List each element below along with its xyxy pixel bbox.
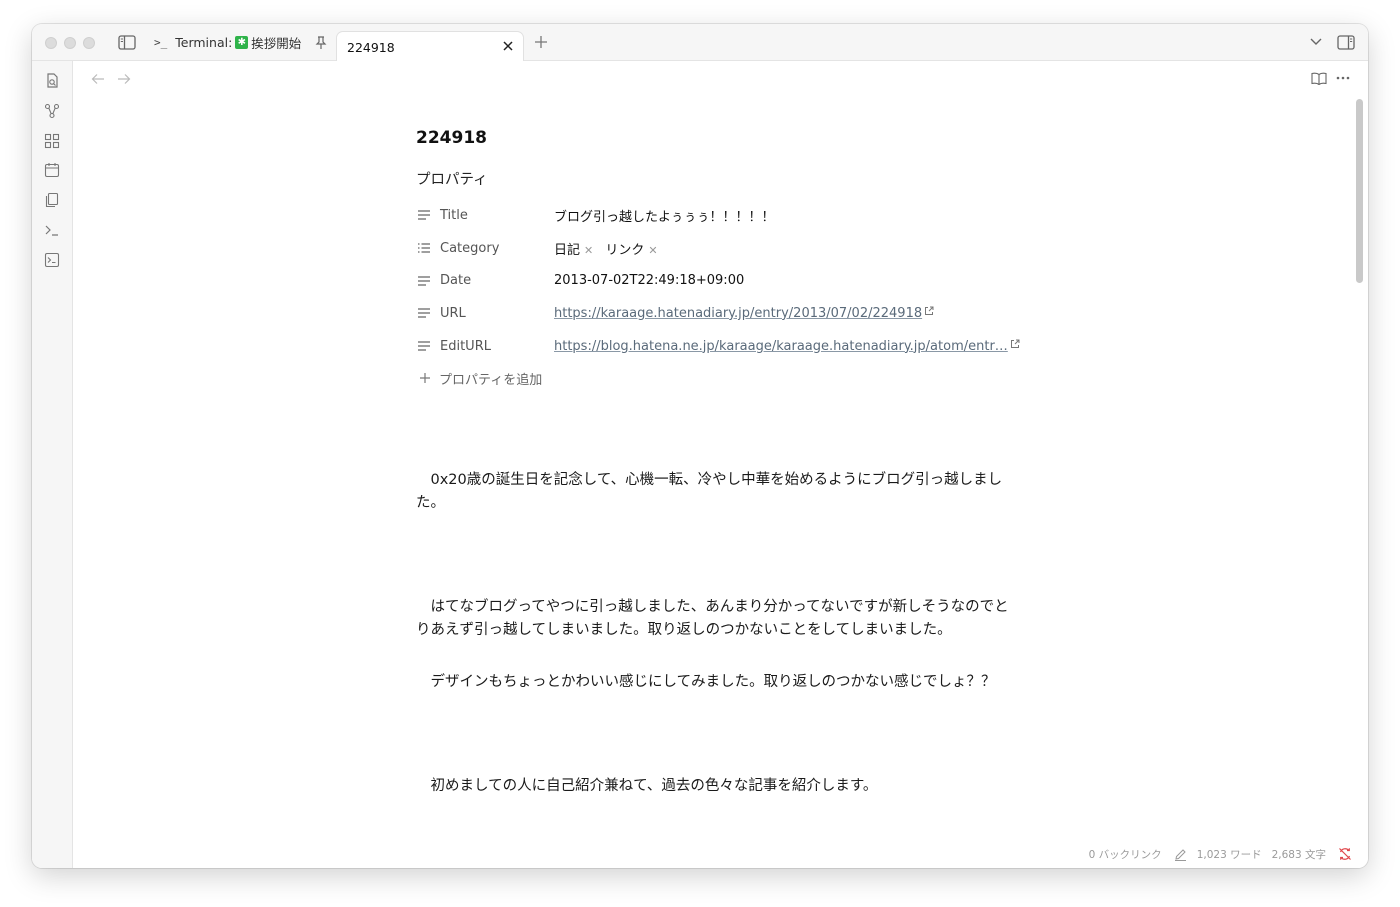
calendar-icon[interactable] bbox=[44, 162, 60, 178]
ribbon-sidebar bbox=[32, 61, 73, 868]
pin-icon[interactable] bbox=[315, 36, 327, 50]
status-bar: 0 バックリンク 1,023 ワード 2,683 文字 bbox=[1079, 844, 1352, 864]
property-key: Category bbox=[440, 240, 500, 256]
external-link-icon[interactable] bbox=[1010, 339, 1020, 349]
property-row-editurl[interactable]: EditURL https://blog.hatena.ne.jp/karaag… bbox=[416, 330, 1020, 363]
backlinks-count[interactable]: 0 バックリンク bbox=[1089, 847, 1162, 862]
paragraph[interactable]: 0x20歳の誕生日を記念して、心機一転、冷やし中華を始めるようにブログ引っ越しま… bbox=[416, 469, 1016, 515]
copy-pages-icon[interactable] bbox=[44, 192, 60, 208]
property-row-date[interactable]: Date 2013-07-02T22:49:18+09:00 bbox=[416, 264, 1016, 297]
list-icon bbox=[418, 243, 430, 253]
property-link: https://karaage.hatenadiary.jp/entry/201… bbox=[554, 306, 934, 321]
app-window: >_ Terminal: ✱ 挨拶開始 224918 224918 プロパティ … bbox=[32, 24, 1368, 868]
property-key: Date bbox=[440, 273, 472, 289]
char-count: 2,683 文字 bbox=[1271, 848, 1326, 861]
property-tags: 日記 ✕ リンク ✕ bbox=[554, 239, 666, 258]
arrow-right-icon[interactable] bbox=[117, 73, 131, 85]
sync-error-icon[interactable] bbox=[1338, 847, 1352, 861]
paragraph[interactable]: 初めましての人に自己紹介兼ねて、過去の色々な記事を紹介します。 bbox=[416, 775, 1016, 798]
left-sidebar-toggle-icon[interactable] bbox=[118, 35, 136, 50]
pencil-icon[interactable] bbox=[1174, 848, 1187, 861]
terminal-window-icon[interactable] bbox=[44, 252, 60, 268]
tab-terminal-subtitle: 挨拶開始 bbox=[251, 36, 302, 51]
tab-bar: >_ Terminal: ✱ 挨拶開始 224918 bbox=[32, 24, 1368, 62]
arrow-left-icon[interactable] bbox=[91, 73, 105, 85]
text-lines-icon bbox=[418, 210, 430, 220]
property-row-category[interactable]: Category 日記 ✕ リンク ✕ bbox=[416, 232, 1016, 265]
tab-note-label: 224918 bbox=[347, 39, 395, 55]
book-open-icon[interactable] bbox=[1311, 72, 1327, 85]
text-lines-icon bbox=[418, 341, 430, 351]
property-key: Title bbox=[440, 207, 468, 223]
more-options-icon[interactable] bbox=[1336, 76, 1350, 80]
close-icon[interactable] bbox=[502, 40, 514, 52]
new-tab-icon[interactable] bbox=[534, 35, 548, 49]
paragraph[interactable]: はてなブログってやつに引っ越しました、あんまり分かってないですが新しそうなのでと… bbox=[416, 596, 1016, 642]
window-minimize-button[interactable] bbox=[64, 37, 76, 49]
property-link: https://blog.hatena.ne.jp/karaage/karaag… bbox=[554, 339, 1020, 354]
scrollbar-thumb[interactable] bbox=[1356, 99, 1363, 283]
property-value[interactable]: ブログ引っ越したよぅぅぅ！！！！！ bbox=[554, 206, 774, 225]
chevron-down-icon[interactable] bbox=[1309, 37, 1323, 47]
tag-remove-icon[interactable]: ✕ bbox=[648, 244, 657, 257]
quick-switcher-icon[interactable] bbox=[44, 73, 60, 89]
property-key: URL bbox=[440, 305, 466, 321]
text-lines-icon bbox=[418, 276, 430, 286]
paragraph[interactable]: デザインもちょっとかわいい感じにしてみました。取り返しのつかない感じでしょ？？ bbox=[416, 671, 1016, 694]
terminal-icon[interactable] bbox=[44, 222, 60, 238]
editor-pane: 224918 プロパティ Title ブログ引っ越したよぅぅぅ！！！！！ Cat… bbox=[73, 61, 1368, 868]
window-zoom-button[interactable] bbox=[83, 37, 95, 49]
property-key: EditURL bbox=[440, 338, 491, 354]
word-count: 1,023 ワード bbox=[1196, 848, 1262, 861]
properties-heading[interactable]: プロパティ bbox=[416, 169, 1016, 191]
graph-view-icon[interactable] bbox=[44, 103, 60, 119]
tab-note-224918[interactable]: 224918 bbox=[336, 31, 524, 62]
add-property-label: プロパティを追加 bbox=[439, 372, 543, 388]
tag-remove-icon[interactable]: ✕ bbox=[584, 244, 593, 257]
note-title[interactable]: 224918 bbox=[416, 125, 1016, 151]
note-content: 224918 プロパティ Title ブログ引っ越したよぅぅぅ！！！！！ Cat… bbox=[416, 125, 1020, 390]
window-close-button[interactable] bbox=[45, 37, 57, 49]
property-row-url[interactable]: URL https://karaage.hatenadiary.jp/entry… bbox=[416, 297, 1016, 330]
url-link[interactable]: https://karaage.hatenadiary.jp/entry/201… bbox=[554, 306, 922, 321]
external-link-icon[interactable] bbox=[924, 306, 934, 316]
tab-terminal-label: Terminal: bbox=[175, 35, 233, 50]
terminal-prompt-icon: >_ bbox=[154, 36, 168, 49]
tab-terminal[interactable]: >_ Terminal: ✱ 挨拶開始 bbox=[154, 24, 334, 61]
right-sidebar-toggle-icon[interactable] bbox=[1337, 35, 1355, 50]
tag-pill[interactable]: リンク ✕ bbox=[605, 243, 657, 258]
add-property-button[interactable]: プロパティを追加 bbox=[416, 366, 1016, 390]
editurl-link[interactable]: https://blog.hatena.ne.jp/karaage/karaag… bbox=[554, 339, 1008, 354]
sparkle-emoji-icon: ✱ bbox=[235, 36, 249, 49]
property-value[interactable]: 2013-07-02T22:49:18+09:00 bbox=[554, 273, 744, 288]
canvas-grid-icon[interactable] bbox=[44, 133, 60, 149]
property-row-title[interactable]: Title ブログ引っ越したよぅぅぅ！！！！！ bbox=[416, 199, 1016, 232]
tag-pill[interactable]: 日記 ✕ bbox=[554, 243, 593, 258]
plus-icon bbox=[420, 373, 430, 384]
text-lines-icon bbox=[418, 308, 430, 319]
